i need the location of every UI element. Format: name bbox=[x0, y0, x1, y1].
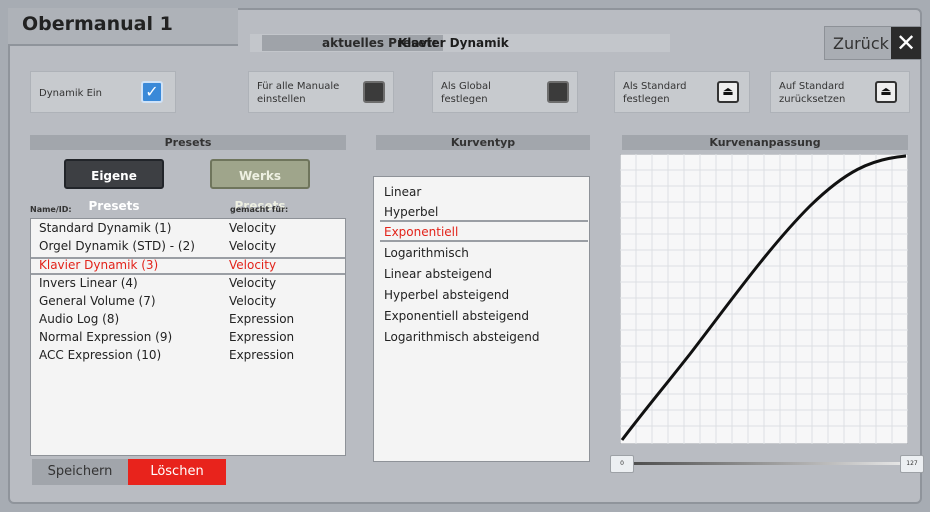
save-button[interactable]: Speichern bbox=[32, 459, 128, 485]
col-name-header: Name/ID: bbox=[30, 205, 72, 214]
alle-manuale-checkbox[interactable] bbox=[363, 81, 385, 103]
dynamik-ein-checkbox[interactable]: ✓ bbox=[141, 81, 163, 103]
list-item[interactable]: Orgel Dynamik (STD) - (2) bbox=[39, 239, 195, 257]
alle-manuale-label-line2: einstellen bbox=[257, 94, 306, 105]
range-slider-track[interactable] bbox=[616, 462, 916, 465]
presets-header: Presets bbox=[30, 135, 346, 150]
close-icon[interactable]: ✕ bbox=[891, 27, 921, 59]
list-item-for: Velocity bbox=[229, 221, 277, 235]
list-item[interactable]: General Volume (7) bbox=[39, 294, 156, 312]
back-button[interactable]: Zurück ✕ bbox=[824, 26, 922, 60]
list-item-for: Velocity bbox=[229, 276, 277, 290]
curve-type-item[interactable]: Linear bbox=[384, 185, 421, 203]
list-item-for: Velocity bbox=[229, 258, 277, 272]
list-item-selected[interactable]: Klavier Dynamik (3) bbox=[39, 258, 158, 276]
curve-type-item-selected[interactable]: Exponentiell bbox=[384, 225, 458, 243]
kurvenanpassung-header: Kurvenanpassung bbox=[622, 135, 908, 150]
als-standard-option[interactable]: Als Standard festlegen ⏏ bbox=[614, 71, 750, 113]
curve-type-item[interactable]: Logarithmisch bbox=[384, 246, 469, 264]
current-preset-value: Klavier Dynamik bbox=[398, 36, 509, 50]
curve-type-item[interactable]: Exponentiell absteigend bbox=[384, 309, 529, 327]
curve-type-item[interactable]: Logarithmisch absteigend bbox=[384, 330, 540, 348]
curve-type-item[interactable]: Linear absteigend bbox=[384, 267, 492, 285]
kurventyp-header: Kurventyp bbox=[376, 135, 590, 150]
als-global-label-line1: Als Global bbox=[441, 81, 491, 92]
list-item-for: Velocity bbox=[229, 239, 277, 253]
curve-type-item[interactable]: Hyperbel bbox=[384, 205, 438, 223]
list-item[interactable]: Standard Dynamik (1) bbox=[39, 221, 172, 239]
eigene-presets-button[interactable]: Eigene Presets bbox=[64, 159, 164, 213]
list-item[interactable]: Normal Expression (9) bbox=[39, 330, 172, 348]
alle-manuale-option[interactable]: Für alle Manuale einstellen bbox=[248, 71, 394, 113]
als-global-checkbox[interactable] bbox=[547, 81, 569, 103]
auf-standard-label-line1: Auf Standard bbox=[779, 81, 845, 92]
reset-save-icon[interactable]: ⏏ bbox=[875, 81, 897, 103]
curve-type-list: Linear Hyperbel Exponentiell Logarithmis… bbox=[373, 176, 590, 462]
list-item[interactable]: ACC Expression (10) bbox=[39, 348, 161, 366]
list-item[interactable]: Audio Log (8) bbox=[39, 312, 119, 330]
auf-standard-label-line2: zurücksetzen bbox=[779, 94, 846, 105]
list-item-for: Expression bbox=[229, 312, 295, 326]
alle-manuale-label-line1: Für alle Manuale bbox=[257, 81, 340, 92]
back-label: Zurück bbox=[833, 34, 889, 53]
dynamik-ein-option[interactable]: Dynamik Ein ✓ bbox=[30, 71, 176, 113]
delete-button[interactable]: Löschen bbox=[128, 459, 226, 485]
list-item-for: Expression bbox=[229, 330, 295, 344]
list-item[interactable]: Invers Linear (4) bbox=[39, 276, 138, 294]
list-item-for: Velocity bbox=[229, 294, 277, 308]
werks-presets-button[interactable]: Werks Presets bbox=[210, 159, 310, 213]
dynamik-ein-label: Dynamik Ein bbox=[39, 88, 103, 99]
curve-graph[interactable] bbox=[620, 154, 908, 444]
slider-min-handle[interactable]: 0 bbox=[610, 455, 634, 473]
als-global-label-line2: festlegen bbox=[441, 94, 488, 105]
als-global-option[interactable]: Als Global festlegen bbox=[432, 71, 578, 113]
save-icon[interactable]: ⏏ bbox=[717, 81, 739, 103]
list-item-for: Expression bbox=[229, 348, 295, 362]
presets-list: Standard Dynamik (1) Velocity Orgel Dyna… bbox=[30, 218, 346, 456]
slider-max-handle[interactable]: 127 bbox=[900, 455, 924, 473]
auf-standard-option[interactable]: Auf Standard zurücksetzen ⏏ bbox=[770, 71, 910, 113]
curve-type-item[interactable]: Hyperbel absteigend bbox=[384, 288, 509, 306]
als-standard-label-line1: Als Standard bbox=[623, 81, 687, 92]
dialog-title: Obermanual 1 bbox=[22, 13, 173, 35]
als-standard-label-line2: festlegen bbox=[623, 94, 670, 105]
col-for-header: gemacht für: bbox=[230, 205, 289, 214]
